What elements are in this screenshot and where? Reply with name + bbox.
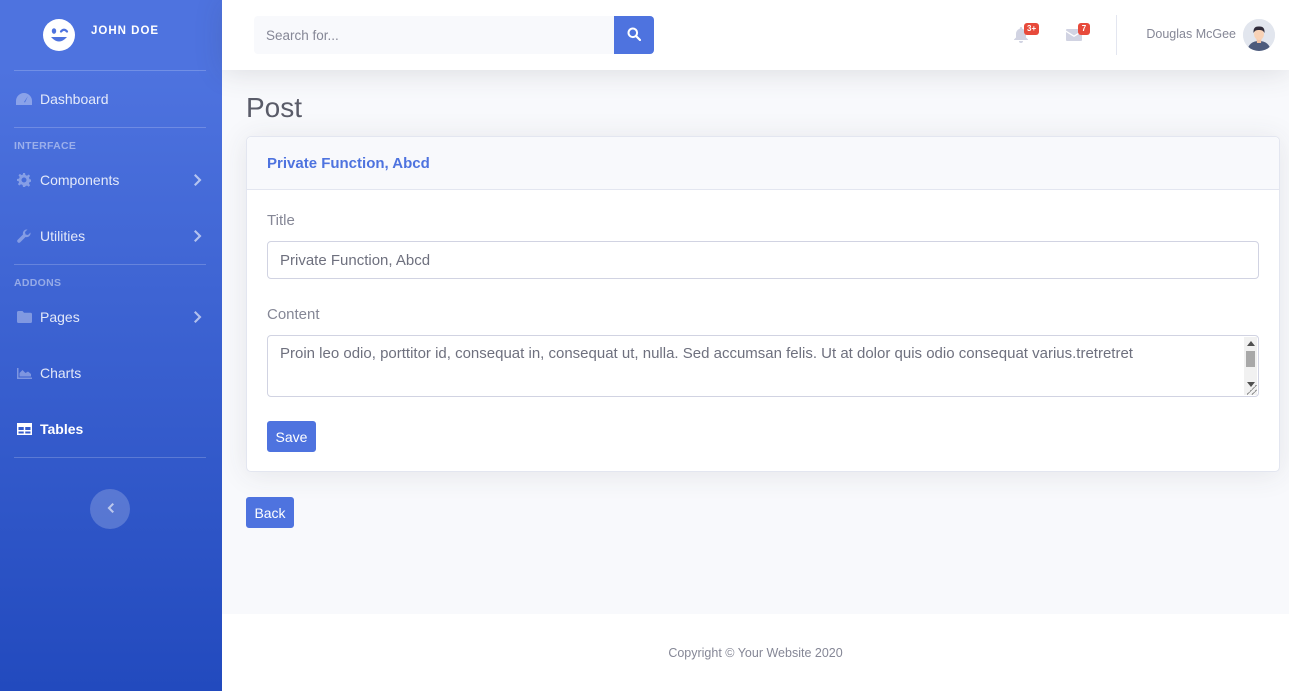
messages-badge: 7 [1078,23,1090,35]
chevron-right-icon [194,173,202,189]
card-header: Private Function, Abcd [247,137,1279,190]
search-input[interactable] [254,16,614,54]
card-title: Private Function, Abcd [267,154,430,172]
tachometer-icon [16,92,32,106]
title-label: Title [267,212,295,229]
sidebar-item-dashboard[interactable]: Dashboard [0,71,222,127]
laugh-wink-icon [42,18,76,52]
scroll-up-arrow-icon[interactable] [1247,341,1255,346]
sidebar-item-label: Charts [40,365,82,381]
folder-icon [16,310,32,324]
content-label: Content [267,306,320,323]
sidebar-heading-addons: ADDONS [14,277,62,289]
page-title: Post [246,92,303,123]
sidebar-toggle-button[interactable] [90,489,130,529]
sidebar-item-label: Components [40,172,120,188]
sidebar-item-tables[interactable]: Tables [0,401,222,457]
search-icon [627,27,642,44]
footer: Copyright © Your Website 2020 [222,614,1289,691]
chevron-right-icon [194,229,202,245]
alerts-badge: 3+ [1024,23,1040,35]
sidebar-brand[interactable]: JOHN DOE [0,0,222,70]
post-form-card: Private Function, Abcd Title Private Fun… [246,136,1280,472]
cog-icon [16,173,32,187]
chart-area-icon [16,366,32,380]
sidebar-divider [14,457,206,458]
avatar[interactable] [1243,19,1275,51]
chevron-left-icon [107,500,114,518]
back-button[interactable]: Back [246,497,294,528]
topbar-divider [1116,15,1117,55]
scroll-thumb[interactable] [1246,351,1255,367]
sidebar-heading-interface: INTERFACE [14,140,77,152]
table-icon [16,422,32,436]
sidebar: JOHN DOE Dashboard INTERFACE Components … [0,0,222,691]
search-button[interactable] [614,16,654,54]
wrench-icon [16,229,32,243]
sidebar-item-components[interactable]: Components [0,152,222,208]
resize-grip-icon[interactable] [1247,385,1257,395]
content-text: Proin leo odio, porttitor id, consequat … [280,345,1133,362]
topbar-search [254,16,654,54]
sidebar-item-pages[interactable]: Pages [0,289,222,345]
sidebar-item-utilities[interactable]: Utilities [0,208,222,264]
save-button[interactable]: Save [267,421,316,452]
brand-name: JOHN DOE [91,24,160,37]
messages-dropdown[interactable]: 7 [1066,23,1090,46]
sidebar-item-label: Utilities [40,228,86,244]
sidebar-item-label: Pages [40,309,80,325]
sidebar-item-label: Dashboard [40,91,109,107]
sidebar-item-charts[interactable]: Charts [0,345,222,401]
alerts-dropdown[interactable]: 3+ [1014,23,1040,46]
title-field[interactable]: Private Function, Abcd [267,241,1259,279]
chevron-right-icon [194,310,202,326]
content-textarea[interactable]: Proin leo odio, porttitor id, consequat … [267,335,1259,397]
sidebar-item-label: Tables [40,421,84,437]
topbar: 3+ 7 Douglas McGee [222,0,1289,70]
user-name[interactable]: Douglas McGee [1146,27,1236,41]
copyright-text: Copyright © Your Website 2020 [668,645,843,660]
